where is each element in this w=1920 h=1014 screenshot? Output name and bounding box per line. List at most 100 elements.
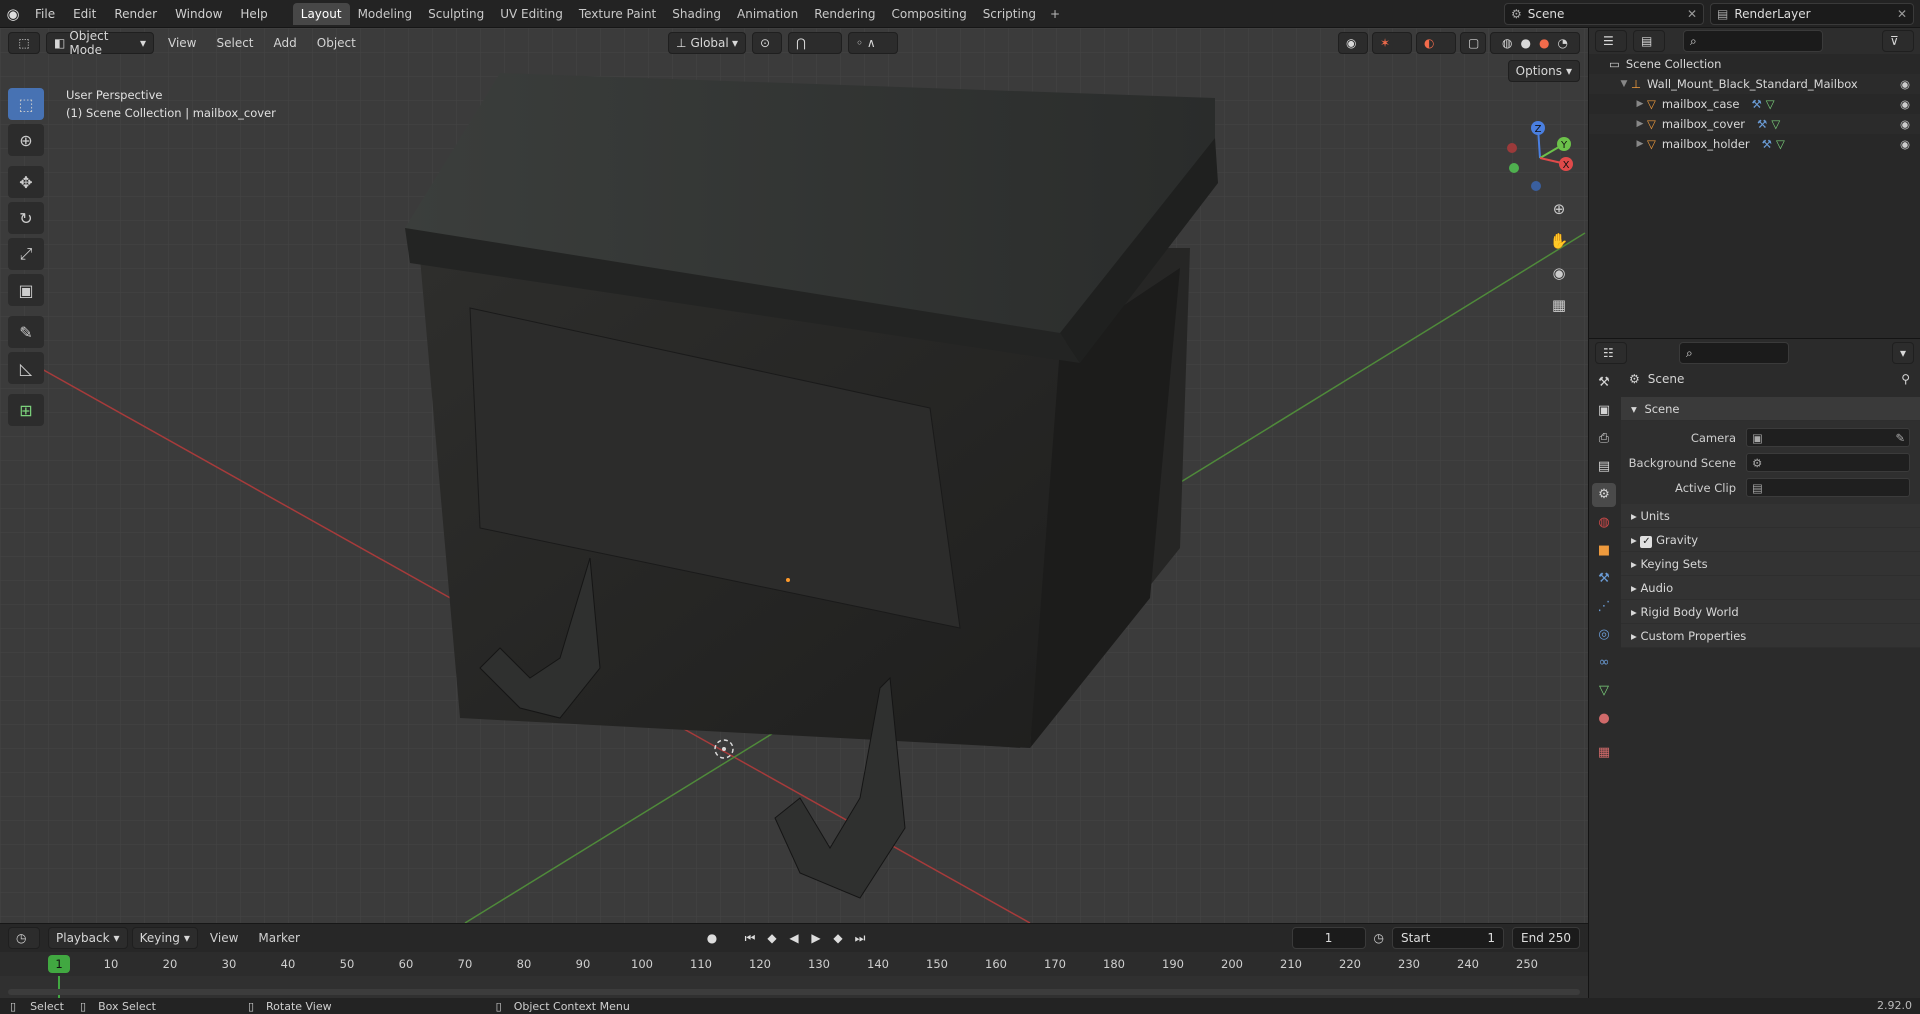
camera-view-icon[interactable]: ◉ xyxy=(1545,264,1573,288)
wrench-icon[interactable]: ⚒ xyxy=(1757,117,1767,131)
expand-arrow-icon[interactable]: ▼ xyxy=(1617,79,1631,89)
active-clip-field[interactable]: ▤ xyxy=(1746,478,1910,497)
properties-options-button[interactable]: ▾ xyxy=(1892,342,1914,364)
transform-orientation-selector[interactable]: ⊥ Global ▾ xyxy=(668,32,746,54)
overlays-toggle[interactable]: ◐ xyxy=(1416,32,1456,54)
editor-type-button[interactable]: ⬚ xyxy=(8,32,40,54)
mesh-data-icon[interactable]: ▽ xyxy=(1776,137,1785,151)
stopwatch-icon[interactable]: ◷ xyxy=(1374,931,1384,945)
outliner-object-mailbox-cover[interactable]: ▶ ▽ mailbox_cover ⚒ ▽ ◉ xyxy=(1589,114,1920,134)
start-frame-field[interactable]: Start 1 xyxy=(1392,927,1504,949)
mode-selector[interactable]: ◧ Object Mode ▾ xyxy=(46,29,154,57)
menu-object[interactable]: Object xyxy=(307,36,366,50)
material-preview-icon[interactable]: ● xyxy=(1539,36,1549,50)
shading-mode-buttons[interactable]: ◍ ● ● ◔ xyxy=(1490,32,1580,54)
xray-toggle[interactable]: ▢ xyxy=(1460,32,1486,54)
zoom-icon[interactable]: ⊕ xyxy=(1545,200,1573,224)
keying-menu[interactable]: Keying ▾ xyxy=(131,927,198,949)
cursor-tool[interactable]: ⊕ xyxy=(8,124,44,156)
panel-scene[interactable]: ▾ Scene xyxy=(1621,397,1920,421)
move-tool[interactable]: ✥ xyxy=(8,166,44,198)
mesh-data-icon[interactable]: ▽ xyxy=(1771,117,1780,131)
current-frame-indicator[interactable]: 1 xyxy=(48,955,70,973)
frame-ruler[interactable]: 10 20 30 40 50 60 70 80 90 100 110 120 1… xyxy=(0,952,1588,976)
menu-edit[interactable]: Edit xyxy=(64,0,105,28)
menu-view[interactable]: View xyxy=(158,36,206,50)
outliner-search-input[interactable]: ⌕ xyxy=(1683,30,1823,52)
view-layer-close-icon[interactable]: ✕ xyxy=(1897,7,1907,21)
record-icon[interactable]: ● xyxy=(702,927,722,949)
camera-field[interactable]: ▣ ✎ xyxy=(1746,428,1910,447)
annotate-tool[interactable]: ✎ xyxy=(8,316,44,348)
current-frame-field[interactable]: 1 xyxy=(1291,927,1366,949)
background-scene-field[interactable]: ⚙ xyxy=(1746,453,1910,472)
panel-audio[interactable]: ▸ Audio xyxy=(1621,576,1920,600)
wireframe-icon[interactable]: ◍ xyxy=(1502,36,1512,50)
tool-tab-icon[interactable]: ⚒ xyxy=(1592,371,1616,395)
options-button[interactable]: Options ▾ xyxy=(1507,60,1580,82)
menu-add[interactable]: Add xyxy=(264,36,307,50)
timeline-view-menu[interactable]: View xyxy=(202,931,246,945)
menu-render[interactable]: Render xyxy=(105,0,166,28)
tab-layout[interactable]: Layout xyxy=(292,2,350,25)
visibility-button[interactable]: ◉ xyxy=(1338,32,1368,54)
scene-close-icon[interactable]: ✕ xyxy=(1687,7,1697,21)
eye-icon[interactable]: ◉ xyxy=(1900,97,1910,111)
physics-tab-icon[interactable]: ◎ xyxy=(1592,623,1616,647)
tab-uv-editing[interactable]: UV Editing xyxy=(492,3,571,25)
scale-tool[interactable]: ⤢ xyxy=(8,238,44,270)
playback-menu[interactable]: Playback ▾ xyxy=(48,927,128,949)
measure-tool[interactable]: ◺ xyxy=(8,352,44,384)
tab-texture-paint[interactable]: Texture Paint xyxy=(571,3,664,25)
play-reverse-icon[interactable]: ◀ xyxy=(784,927,804,949)
outliner-object-mailbox-holder[interactable]: ▶ ▽ mailbox_holder ⚒ ▽ ◉ xyxy=(1589,134,1920,154)
gizmo-toggle[interactable]: ✶ xyxy=(1372,32,1412,54)
pivot-point-button[interactable]: ⊙ xyxy=(752,32,782,54)
snap-button[interactable]: ⋂ xyxy=(788,32,842,54)
filter-button[interactable]: ⊽ xyxy=(1882,30,1914,52)
eye-icon[interactable]: ◉ xyxy=(1900,137,1910,151)
texture-tab-icon[interactable]: ▦ xyxy=(1592,741,1616,765)
particles-tab-icon[interactable]: ⋰ xyxy=(1592,595,1616,619)
mesh-data-tab-icon[interactable]: ▽ xyxy=(1592,679,1616,703)
object-tab-icon[interactable]: ■ xyxy=(1592,539,1616,563)
display-mode-button[interactable]: ▤ xyxy=(1633,30,1665,52)
material-tab-icon[interactable]: ● xyxy=(1592,707,1616,731)
constraints-tab-icon[interactable]: ∞ xyxy=(1592,651,1616,675)
view-layer-selector[interactable]: ▤ RenderLayer ✕ xyxy=(1710,3,1914,25)
tab-animation[interactable]: Animation xyxy=(729,3,806,25)
panel-keying-sets[interactable]: ▸ Keying Sets xyxy=(1621,552,1920,576)
gravity-checkbox[interactable]: ✓ xyxy=(1640,536,1653,548)
add-workspace-button[interactable]: + xyxy=(1044,3,1066,25)
tab-sculpting[interactable]: Sculpting xyxy=(420,3,492,25)
tab-rendering[interactable]: Rendering xyxy=(806,3,883,25)
jump-start-icon[interactable]: ⏮ xyxy=(740,927,760,949)
scene-tab-icon[interactable]: ⚙ xyxy=(1592,483,1616,507)
wrench-icon[interactable]: ⚒ xyxy=(1762,137,1772,151)
expand-arrow-icon[interactable]: ▶ xyxy=(1633,139,1647,149)
rotate-tool[interactable]: ↻ xyxy=(8,202,44,234)
add-cube-tool[interactable]: ⊞ xyxy=(8,394,44,426)
rendered-icon[interactable]: ◔ xyxy=(1558,36,1568,50)
timeline-marker-menu[interactable]: Marker xyxy=(250,931,307,945)
solid-icon[interactable]: ● xyxy=(1521,36,1531,50)
navigation-gizmo[interactable]: Z Y X xyxy=(1500,118,1580,198)
properties-editor-type[interactable]: ☷ xyxy=(1595,342,1627,364)
prev-keyframe-icon[interactable]: ◆ xyxy=(762,927,782,949)
outliner-object-mailbox-case[interactable]: ▶ ▽ mailbox_case ⚒ ▽ ◉ xyxy=(1589,94,1920,114)
end-frame-field[interactable]: End 250 xyxy=(1512,927,1580,949)
expand-arrow-icon[interactable]: ▶ xyxy=(1633,119,1647,129)
menu-select[interactable]: Select xyxy=(206,36,263,50)
pin-icon[interactable]: ⚲ xyxy=(1901,367,1910,391)
timeline-editor-type[interactable]: ◷ xyxy=(8,927,40,949)
scene-selector[interactable]: ⚙ Scene ✕ xyxy=(1504,3,1704,25)
blender-logo-icon[interactable]: ◉ xyxy=(0,5,26,23)
eye-icon[interactable]: ◉ xyxy=(1900,77,1910,91)
properties-search-input[interactable]: ⌕ xyxy=(1679,342,1789,364)
ortho-grid-icon[interactable]: ▦ xyxy=(1545,296,1573,320)
transform-tool[interactable]: ▣ xyxy=(8,274,44,306)
tab-modeling[interactable]: Modeling xyxy=(350,3,421,25)
wrench-icon[interactable]: ⚒ xyxy=(1751,97,1761,111)
select-box-tool[interactable]: ⬚ xyxy=(8,88,44,120)
pan-hand-icon[interactable]: ✋ xyxy=(1545,232,1573,256)
